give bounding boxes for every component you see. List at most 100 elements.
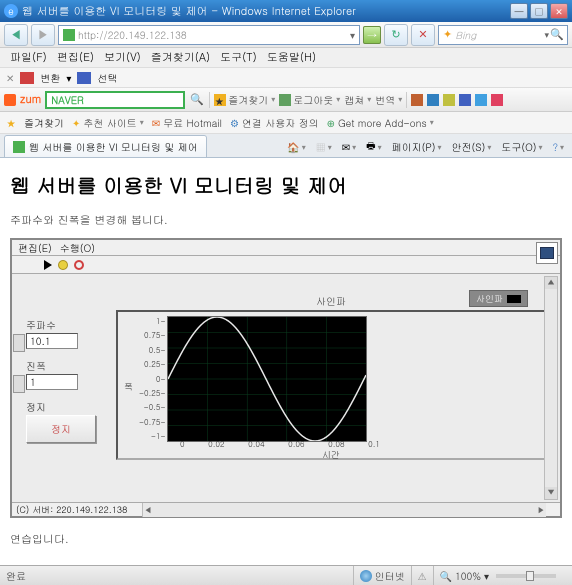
chart-legend[interactable]: 사인파 [469,290,528,307]
page-heading: 웹 서버를 이용한 VI 모니터링 및 제어 [10,170,562,199]
tab-active[interactable]: 웹 서버를 이용한 VI 모니터링 및 제어 [4,135,207,157]
browser-statusbar: 완료 인터넷 ⚠ 🔍 100% ▾ [0,565,572,585]
zoom-icon: 🔍 [440,569,452,583]
tools-menu[interactable]: 도구(O) [497,138,546,156]
zoom-value: 100% [455,569,481,583]
tool-icon-1[interactable] [411,94,423,106]
tb-translate[interactable]: 번역 [375,93,402,107]
zoom-control[interactable]: 🔍 100% ▾ [433,566,566,585]
menu-favorites[interactable]: 즐겨찾기(A) [147,48,214,67]
globe-icon [360,570,372,582]
vi-panel: 편집(E) 수행(O) 주파수 10.1 진폭 1 정지 정지 사인파 사인파 [10,238,562,518]
fav-recommended-sites[interactable]: ✦추천 사이트 [72,116,144,130]
chart-xticks: 00.020.040.060.080.1 [180,439,380,450]
tab-title: 웹 서버를 이용한 VI 모니터링 및 제어 [29,140,198,154]
panel-vscrollbar[interactable] [544,276,558,500]
tb-capture[interactable]: 캡쳐 [344,93,371,107]
tab-bar: 웹 서버를 이용한 VI 모니터링 및 제어 🏠 ▦ ✉ 🖶 페이지(P) 안전… [0,134,572,158]
search-placeholder: Bing [455,28,476,42]
search-icon[interactable]: 🔍 [550,27,564,42]
search-go-icon[interactable]: 🔍 [189,92,205,108]
url-text: http://220.149.122.138 [78,28,187,42]
maximize-button[interactable]: □ [530,3,548,19]
zum-label[interactable]: zum [20,92,41,107]
forward-button[interactable]: ▶ [31,24,55,46]
status-protected-mode: ⚠ [411,566,433,585]
favorites-bar: ★ 즐겨찾기 ✦추천 사이트 ✉무료 Hotmail ⚙연결 사용자 정의 ⊕G… [0,112,572,134]
menu-help[interactable]: 도움말(H) [263,48,320,67]
amplitude-input[interactable]: 1 [26,374,78,390]
toolbar-zum: zum NAVER 🔍 ★즐겨찾기 로그아웃 캡쳐 번역 [0,88,572,112]
tool-icon-3[interactable] [443,94,455,106]
tb-logout[interactable]: 로그아웃 [279,93,340,107]
refresh-button[interactable]: ↻ [384,24,408,46]
chart-ylabel: 폭 [122,382,135,391]
menu-view[interactable]: 보기(V) [100,48,145,67]
search-box[interactable]: ✦ Bing 🔍 [438,25,568,45]
panel-menu-edit[interactable]: 편집(E) [18,241,52,255]
help-button[interactable]: ? [549,138,568,156]
favorites-label[interactable]: 즐겨찾기 [24,116,64,130]
frequency-input[interactable]: 10.1 [26,333,78,349]
abort-icon[interactable] [74,260,84,270]
tool-icon-4[interactable] [459,94,471,106]
convert-label[interactable]: 변환 [40,71,60,85]
go-button[interactable]: → [363,26,381,44]
print-button[interactable]: 🖶 [362,136,385,158]
chart-plot [167,316,367,442]
panel-statusbar: (C) 서버: 220.149.122.138 ◀▶ [12,502,560,516]
panel-menu-operate[interactable]: 수행(O) [60,241,95,255]
convert-icon [20,72,34,84]
tool-icon-2[interactable] [427,94,439,106]
home-button[interactable]: 🏠 [283,138,309,156]
search-provider-icon: ✦ [443,27,452,42]
fav-addons[interactable]: ⊕Get more Add-ons [327,116,434,130]
zum-icon [4,94,16,106]
panel-hscrollbar[interactable]: ◀▶ [142,503,546,517]
fav-connection-settings[interactable]: ⚙연결 사용자 정의 [230,116,319,130]
amplitude-label: 진폭 [26,359,116,373]
close-toolbar-icon[interactable]: ✕ [6,71,14,85]
close-button[interactable]: ✕ [550,3,568,19]
window-title: 웹 서버를 이용한 VI 모니터링 및 제어 - Windows Interne… [22,4,508,19]
tool-icon-6[interactable] [491,94,503,106]
run-icon[interactable] [44,260,52,270]
safety-menu[interactable]: 안전(S) [448,138,496,156]
fav-hotmail[interactable]: ✉무료 Hotmail [152,116,222,130]
window-titlebar: e 웹 서버를 이용한 VI 모니터링 및 제어 - Windows Inter… [0,0,572,22]
ie-icon: e [4,4,18,18]
naver-search-box[interactable]: NAVER [45,91,185,109]
page-footer-text: 연습입니다. [10,532,562,547]
minimize-button[interactable]: ─ [510,3,528,19]
page-menu[interactable]: 페이지(P) [388,138,446,156]
nav-row: ◀ ▶ http://220.149.122.138 → ↻ ✕ ✦ Bing … [0,22,572,48]
menu-tools[interactable]: 도구(T) [216,48,261,67]
mail-button[interactable]: ✉ [338,138,360,156]
chart-box: 폭 1-0.75-0.5-0.25-0--0.25--0.5--0.75--1- [116,310,546,460]
favorites-star-icon[interactable]: ★ [6,116,16,130]
panel-body: 주파수 10.1 진폭 1 정지 정지 사인파 사인파 폭 1-0.75-0.5… [12,274,560,502]
panel-toolbar [12,256,560,274]
menu-file[interactable]: 파일(F) [6,48,51,67]
feeds-button[interactable]: ▦ [312,138,336,156]
back-button[interactable]: ◀ [4,24,28,46]
run-continuous-icon[interactable] [58,260,68,270]
menu-edit[interactable]: 편집(E) [53,48,98,67]
page-subtitle: 주파수와 진폭을 변경해 봅니다. [10,213,562,228]
address-bar[interactable]: http://220.149.122.138 [58,25,360,45]
status-zone: 인터넷 [353,566,411,585]
controls-column: 주파수 10.1 진폭 1 정지 정지 [26,294,116,494]
zoom-slider[interactable] [496,574,556,578]
stop-button[interactable]: ✕ [411,24,435,46]
select-label[interactable]: 선택 [97,71,117,85]
panel-status-text: (C) 서버: 220.149.122.138 [16,503,127,516]
tab-favicon [13,141,25,153]
separator [406,92,407,108]
vi-icon [536,242,558,264]
tool-icon-5[interactable] [475,94,487,106]
tb-favorites[interactable]: ★즐겨찾기 [214,93,275,107]
stop-button[interactable]: 정지 [26,415,96,443]
toolbar-convert: ✕ 변환 ▾ 선택 [0,68,572,88]
status-done: 완료 [6,569,353,583]
frequency-label: 주파수 [26,318,116,332]
